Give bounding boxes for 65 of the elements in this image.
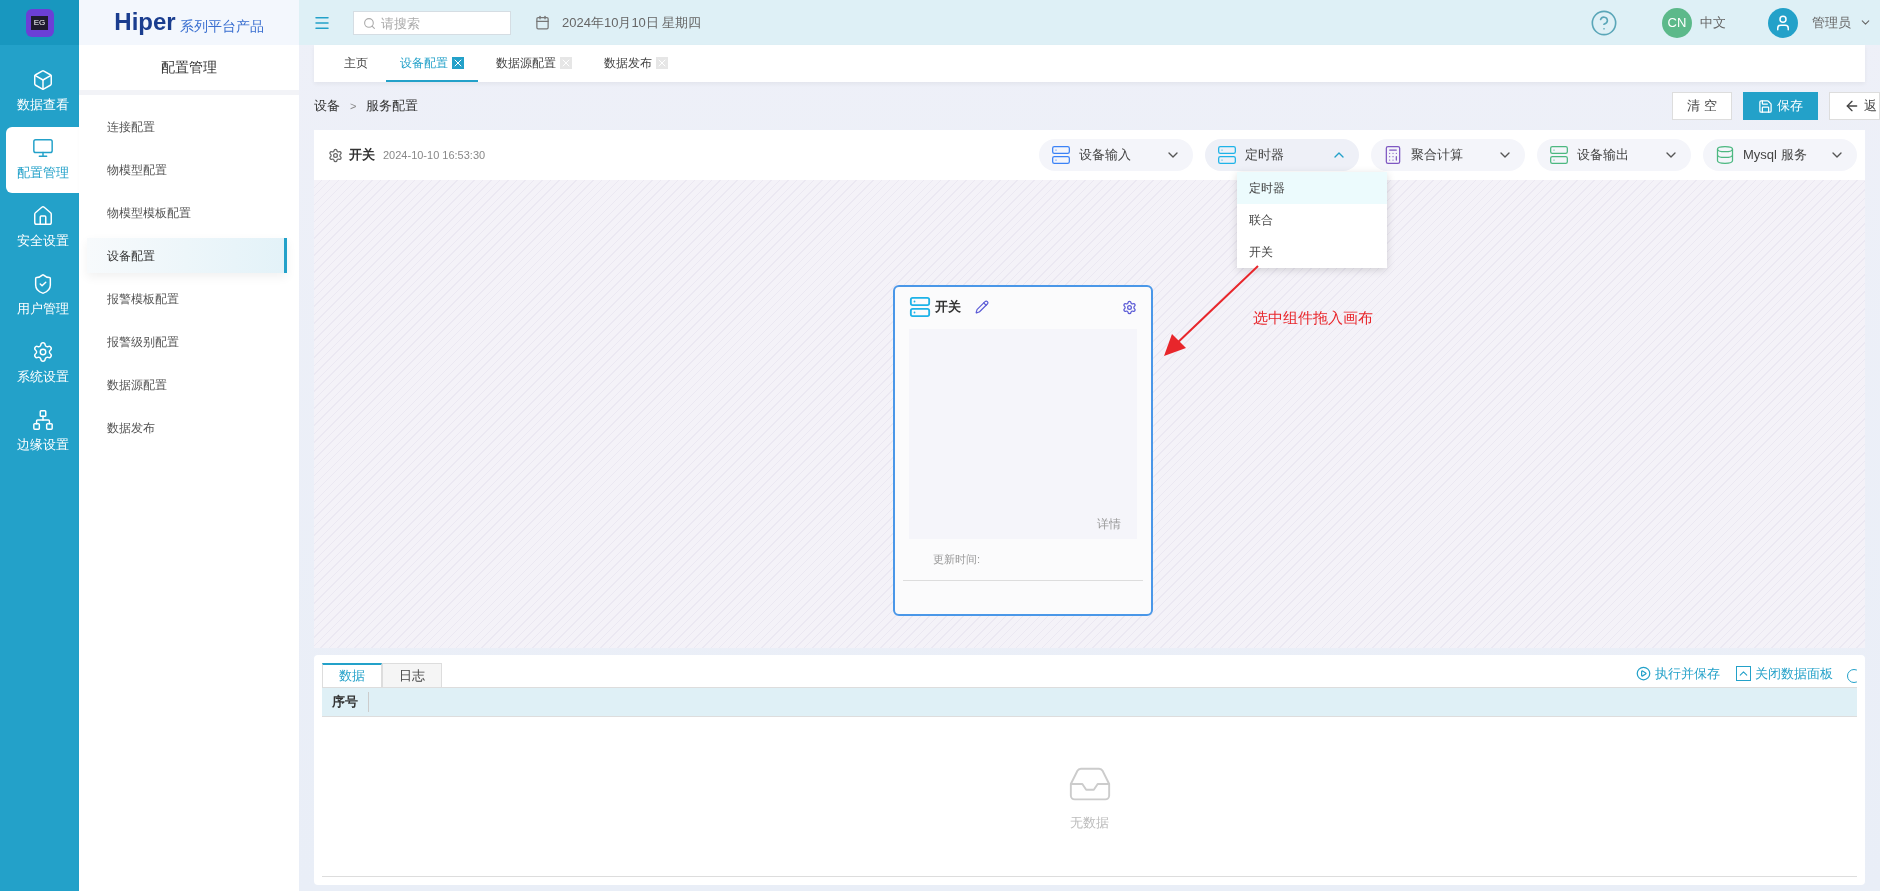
edit-icon[interactable] — [975, 300, 989, 314]
node-card[interactable]: 开关 详情 更新时间: — [893, 285, 1153, 616]
component-dropdown[interactable]: 设备输出 — [1537, 139, 1691, 171]
app-logo: EG — [25, 8, 54, 37]
date-text: 2024年10月10日 星期四 — [562, 13, 702, 32]
panel-tab[interactable]: 日志 — [382, 663, 442, 687]
language-badge: CN — [1662, 7, 1692, 38]
sidebar-item[interactable]: 报警模板配置 — [87, 281, 287, 316]
breadcrumb-separator: > — [350, 98, 357, 114]
sidebar-title: 配置管理 — [161, 58, 217, 77]
clear-button[interactable]: 清 空 — [1672, 92, 1732, 120]
help-icon[interactable] — [1590, 8, 1618, 37]
dropdown-item[interactable]: 联合 — [1237, 204, 1387, 236]
component-icon — [1549, 145, 1569, 165]
component-icon — [1051, 145, 1071, 165]
gear-icon — [31, 341, 54, 364]
dropdown-item[interactable]: 开关 — [1237, 236, 1387, 268]
play-icon — [1636, 665, 1651, 681]
page-tab[interactable]: 主页 — [330, 45, 382, 82]
node-icon — [909, 296, 931, 318]
search-icon — [363, 16, 376, 30]
component-dropdown[interactable]: 设备输入 — [1039, 139, 1193, 171]
back-button[interactable]: 返 — [1829, 92, 1880, 120]
component-icon — [1217, 145, 1237, 165]
sidebar-item[interactable]: 物模型模板配置 — [87, 195, 287, 230]
breadcrumb-item[interactable]: 设备 — [314, 96, 340, 116]
component-icon — [1715, 145, 1735, 165]
network-icon — [31, 409, 54, 432]
update-time-label: 更新时间: — [933, 552, 982, 567]
page-tab[interactable]: 数据源配置 — [482, 45, 586, 82]
save-icon — [1758, 98, 1773, 114]
component-icon — [1383, 145, 1403, 165]
sidebar-item[interactable]: 连接配置 — [87, 109, 287, 144]
language-button[interactable]: 中文 — [1700, 12, 1726, 33]
sidebar-item[interactable]: 设备配置 — [87, 238, 287, 273]
sidebar-item[interactable]: 数据发布 — [87, 410, 287, 445]
empty-text: 无数据 — [1070, 813, 1109, 832]
drag-hint: 选中组件拖入画布 — [1253, 308, 1373, 328]
service-time: 2024-10-10 16:53:30 — [383, 147, 486, 163]
breadcrumb-item: 服务配置 — [366, 97, 419, 116]
brand-name: Hiper — [114, 9, 176, 35]
user-avatar — [1768, 7, 1798, 38]
service-title: 开关 — [349, 146, 375, 165]
chevron-up-icon — [1736, 665, 1751, 681]
brand-suffix: 系列平台产品 — [179, 17, 264, 35]
cube-icon — [31, 69, 54, 92]
dropdown-item[interactable]: 定时器 — [1237, 172, 1387, 204]
page-tab[interactable]: 数据发布 — [590, 45, 682, 82]
component-dropdown[interactable]: Mysql 服务 — [1703, 139, 1857, 171]
user-menu[interactable]: 管理员 — [1812, 12, 1872, 33]
home-icon — [31, 205, 54, 228]
column-header: 序号 — [322, 692, 369, 712]
calendar-icon — [535, 15, 550, 30]
sidebar-item[interactable]: 报警级别配置 — [87, 324, 287, 359]
sidebar-item[interactable]: 物模型配置 — [87, 152, 287, 187]
sidebar-item[interactable]: 数据源配置 — [87, 367, 287, 402]
search-field[interactable]: 请搜索 — [353, 11, 511, 35]
component-dropdown[interactable]: 定时器 — [1205, 139, 1359, 171]
component-dropdown[interactable]: 聚合计算 — [1371, 139, 1525, 171]
monitor-icon — [31, 137, 54, 160]
node-title: 开关 — [935, 298, 961, 317]
close-icon[interactable] — [452, 56, 464, 69]
settings-icon[interactable] — [328, 147, 343, 163]
settings-icon[interactable] — [1122, 299, 1137, 315]
arrow-left-icon — [1844, 98, 1860, 114]
